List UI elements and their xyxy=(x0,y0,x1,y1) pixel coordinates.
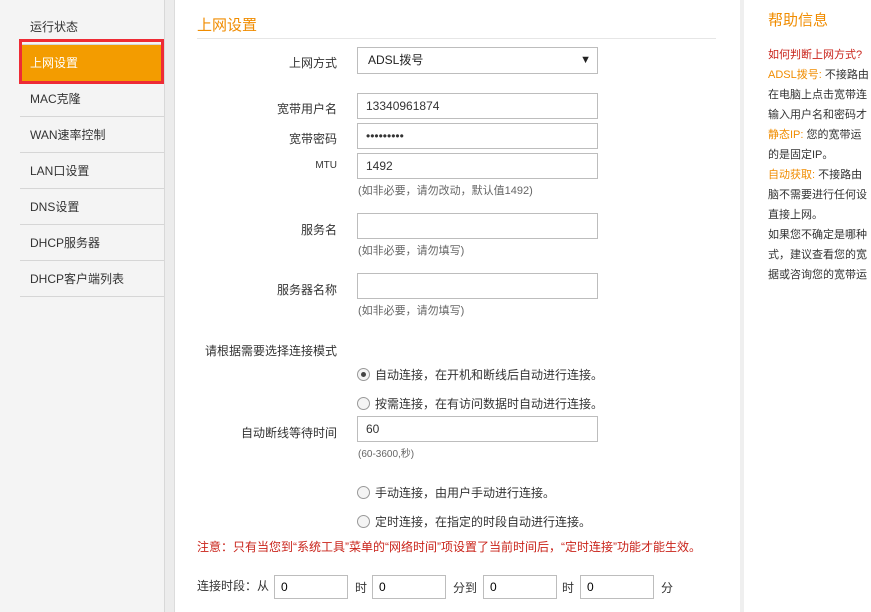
end-minute-input[interactable] xyxy=(580,575,654,599)
server-name-hint: (如非必要，请勿填写) xyxy=(358,305,465,317)
radio-auto-connect[interactable]: 自动连接，在开机和断线后自动进行连接。 xyxy=(357,366,603,383)
sidebar-item-label: DNS设置 xyxy=(30,200,80,214)
start-minute-input[interactable] xyxy=(372,575,446,599)
sidebar-item-label: DHCP客户端列表 xyxy=(30,272,125,286)
sidebar-item-status[interactable]: 运行状态 xyxy=(20,9,164,45)
service-name-label: 服务名 xyxy=(300,223,337,237)
sidebar-item-label: DHCP服务器 xyxy=(30,236,101,250)
connection-type-value: ADSL拨号 xyxy=(368,53,424,67)
connection-type-label: 上网方式 xyxy=(288,56,337,70)
sidebar-item-wan-rate[interactable]: WAN速率控制 xyxy=(20,117,164,153)
help-title: 帮助信息 xyxy=(768,12,829,29)
connection-mode-label: 请根据需要选择连接模式 xyxy=(205,344,338,358)
help-line: 在电脑上点击宽带连 xyxy=(768,89,867,101)
sidebar-item-internet-settings[interactable]: 上网设置 xyxy=(20,45,164,81)
radio-icon xyxy=(357,515,370,528)
help-line: 输入用户名和密码才 xyxy=(768,109,867,121)
end-minute-unit: 分 xyxy=(661,581,674,595)
title-divider xyxy=(197,38,716,39)
password-label: 宽带密码 xyxy=(288,132,337,146)
main-panel: 上网设置 上网方式 ADSL拨号 ▼ 宽带用户名 宽带密码 MTU (如非必要，… xyxy=(175,0,740,612)
help-line: 式，建议查看您的宽 xyxy=(768,249,867,261)
help-panel: 帮助信息 如何判断上网方式? ADSL拨号: 不接路由 在电脑上点击宽带连 输入… xyxy=(745,0,871,612)
timed-connection-note: 注意：只有当您到“系统工具”菜单的“网络时间”项设置了当前时间后，“定时连接”功… xyxy=(197,540,701,554)
idle-wait-label: 自动断线等待时间 xyxy=(240,426,337,440)
help-line: 据或咨询您的宽带运 xyxy=(768,269,867,281)
radio-selected-icon xyxy=(357,368,370,381)
sidebar: 运行状态 上网设置 MAC克隆 WAN速率控制 LAN口设置 DNS设置 DHC… xyxy=(0,0,165,612)
sidebar-item-mac-clone[interactable]: MAC克隆 xyxy=(20,81,164,117)
radio-auto-label: 自动连接，在开机和断线后自动进行连接。 xyxy=(375,368,604,382)
server-name-input[interactable] xyxy=(357,273,598,299)
server-name-label: 服务器名称 xyxy=(276,283,337,297)
end-hour-unit: 时 xyxy=(562,581,575,595)
radio-timed[interactable]: 定时连接，在指定的时段自动进行连接。 xyxy=(357,513,591,530)
help-question: 如何判断上网方式? xyxy=(768,49,863,61)
service-name-input[interactable] xyxy=(357,213,598,239)
help-divider xyxy=(740,0,744,612)
help-line: ADSL拨号: 不接路由 xyxy=(768,69,869,81)
chevron-down-icon: ▼ xyxy=(580,54,591,66)
end-hour-input[interactable] xyxy=(483,575,557,599)
to-label: 分到 xyxy=(453,581,478,595)
username-input[interactable] xyxy=(357,93,598,119)
sidebar-item-label: MAC克隆 xyxy=(30,92,81,106)
radio-on-demand-label: 按需连接，在有访问数据时自动进行连接。 xyxy=(375,397,604,411)
radio-timed-label: 定时连接，在指定的时段自动进行连接。 xyxy=(375,515,592,529)
mtu-input[interactable] xyxy=(357,153,598,179)
start-hour-unit: 时 xyxy=(355,581,368,595)
radio-icon xyxy=(357,397,370,410)
service-name-hint: (如非必要，请勿填写) xyxy=(358,245,465,257)
mtu-label: MTU xyxy=(315,160,337,171)
radio-manual[interactable]: 手动连接，由用户手动进行连接。 xyxy=(357,484,555,501)
help-line: 自动获取: 不接路由 xyxy=(768,169,863,181)
help-line: 如果您不确定是哪种 xyxy=(768,229,867,241)
idle-wait-hint: (60-3600,秒) xyxy=(358,449,415,460)
sidebar-item-dns[interactable]: DNS设置 xyxy=(20,189,164,225)
sidebar-item-label: LAN口设置 xyxy=(30,164,90,178)
sidebar-item-label: WAN速率控制 xyxy=(30,128,106,142)
radio-on-demand[interactable]: 按需连接，在有访问数据时自动进行连接。 xyxy=(357,395,603,412)
help-line: 静态IP: 您的宽带运 xyxy=(768,129,862,141)
radio-icon xyxy=(357,486,370,499)
help-line: 直接上网。 xyxy=(768,209,823,221)
sidebar-divider xyxy=(165,0,175,612)
mtu-hint: (如非必要，请勿改动，默认值1492) xyxy=(358,185,533,197)
radio-manual-label: 手动连接，由用户手动进行连接。 xyxy=(375,486,556,500)
sidebar-item-label: 运行状态 xyxy=(30,20,79,34)
sidebar-item-dhcp-clients[interactable]: DHCP客户端列表 xyxy=(20,261,164,297)
sidebar-item-lan[interactable]: LAN口设置 xyxy=(20,153,164,189)
help-line: 的是固定IP。 xyxy=(768,149,834,161)
page-title: 上网设置 xyxy=(197,17,258,34)
help-line: 脑不需要进行任何设 xyxy=(768,189,867,201)
password-input[interactable] xyxy=(357,123,598,149)
idle-wait-input[interactable] xyxy=(357,416,598,442)
start-hour-input[interactable] xyxy=(274,575,348,599)
sidebar-item-dhcp-server[interactable]: DHCP服务器 xyxy=(20,225,164,261)
sidebar-item-label: 上网设置 xyxy=(30,56,79,70)
username-label: 宽带用户名 xyxy=(276,102,337,116)
schedule-label: 连接时段：从 xyxy=(197,579,270,593)
connection-type-select[interactable]: ADSL拨号 ▼ xyxy=(357,47,598,74)
help-body: 如何判断上网方式? ADSL拨号: 不接路由 在电脑上点击宽带连 输入用户名和密… xyxy=(768,45,871,285)
